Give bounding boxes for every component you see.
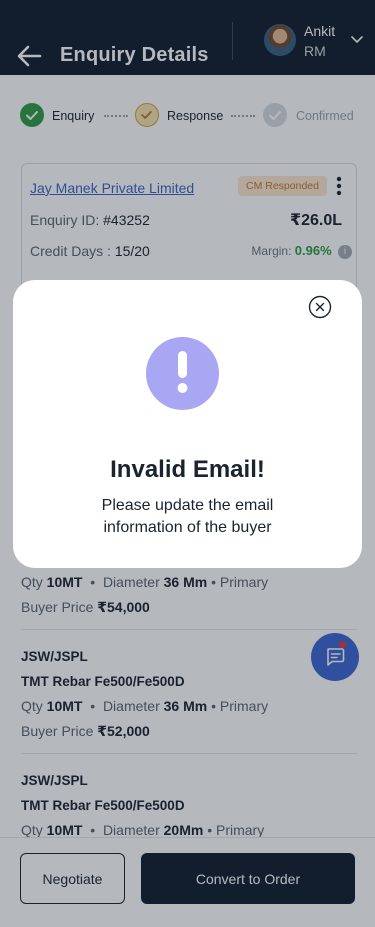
close-icon[interactable]: [308, 295, 332, 319]
dialog-title: Invalid Email!: [110, 456, 265, 483]
dialog-message: Please update the email information of t…: [101, 497, 274, 536]
exclamation-icon: [177, 351, 188, 393]
invalid-email-dialog: Invalid Email! Please update the email i…: [13, 280, 362, 568]
